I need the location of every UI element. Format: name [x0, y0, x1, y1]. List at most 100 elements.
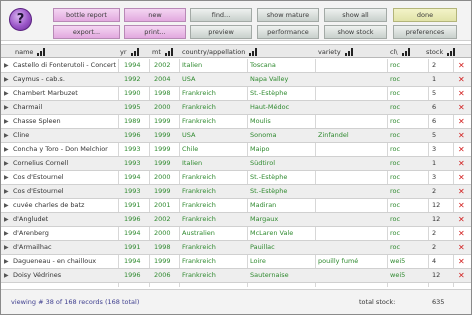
vintage-year: 1991 [124, 243, 141, 251]
vintage-year: 1994 [124, 173, 141, 181]
row-expand-arrow-icon[interactable]: ▶ [4, 129, 12, 142]
delete-icon[interactable]: ✕ [458, 213, 468, 226]
vintage-year: 1995 [124, 103, 141, 111]
cellar-location: roc [390, 187, 401, 195]
table-row[interactable]: ▶ Dagueneau - en chailloux 1994 1999 Frankre… [1, 255, 471, 269]
cellar-location: roc [390, 243, 401, 251]
table-row[interactable]: ▶ Chasse Spleen 1989 1999 Frankreich Moulis ro… [1, 115, 471, 129]
country: Frankreich [182, 89, 216, 97]
delete-icon[interactable]: ✕ [458, 143, 468, 156]
row-expand-arrow-icon[interactable]: ▶ [4, 101, 12, 114]
row-expand-arrow-icon[interactable]: ▶ [4, 115, 12, 128]
row-expand-arrow-icon[interactable]: ▶ [4, 59, 12, 72]
table-row[interactable]: ▶ cuvée charles de batz 1991 2001 Frankreich… [1, 199, 471, 213]
delete-icon[interactable]: ✕ [458, 101, 468, 114]
performance-button[interactable]: performance [257, 25, 319, 39]
row-expand-arrow-icon[interactable]: ▶ [4, 143, 12, 156]
wine-name: d'Armailhac [13, 243, 52, 251]
country: Frankreich [182, 187, 216, 195]
delete-icon[interactable]: ✕ [458, 171, 468, 184]
table-row[interactable]: ▶ Cos d'Estournel 1993 1999 Frankreich St.-Es… [1, 185, 471, 199]
done-button[interactable]: done [393, 8, 457, 22]
delete-icon[interactable]: ✕ [458, 129, 468, 142]
row-expand-arrow-icon[interactable]: ▶ [4, 185, 12, 198]
delete-icon[interactable]: ✕ [458, 255, 468, 268]
row-expand-arrow-icon[interactable]: ▶ [4, 73, 12, 86]
table-row[interactable]: ▶ Doisy Védrines 1996 2006 Frankreich Sautern… [1, 269, 471, 283]
show-mature-button[interactable]: show mature [257, 8, 319, 22]
show-all-button[interactable]: show all [324, 8, 387, 22]
stock-count: 12 [432, 201, 441, 209]
table-row[interactable]: ▶ Cornelius Cornell 1993 1999 Italien Südtiro… [1, 157, 471, 171]
table-row[interactable]: ▶ Cos d'Estournel 1994 2000 Frankreich St.-Es… [1, 171, 471, 185]
help-button[interactable]: ? [9, 8, 32, 31]
column-header-name[interactable]: name [15, 45, 46, 58]
show-stock-button[interactable]: show stock [324, 25, 387, 39]
stock-count: 3 [432, 145, 437, 153]
column-header-variety[interactable]: variety [318, 45, 353, 58]
appellation: Haut-Médoc [250, 103, 290, 111]
preview-button[interactable]: preview [190, 25, 252, 39]
row-expand-arrow-icon[interactable]: ▶ [4, 227, 12, 240]
table-row[interactable]: ▶ Caymus - cab.s. 1992 2004 USA Napa Valley ro… [1, 73, 471, 87]
stock-count: 5 [432, 89, 437, 97]
appellation: Toscana [250, 61, 276, 69]
country: Frankreich [182, 257, 216, 265]
delete-icon[interactable]: ✕ [458, 73, 468, 86]
variety [318, 157, 384, 170]
bottle-report-button[interactable]: bottle report [53, 8, 120, 22]
delete-icon[interactable]: ✕ [458, 269, 468, 282]
country: Frankreich [182, 103, 216, 111]
row-expand-arrow-icon[interactable]: ▶ [4, 157, 12, 170]
cellar-location: roc [390, 117, 401, 125]
table-row[interactable]: ▶ Chambert Marbuzet 1990 1998 Frankreich St.-… [1, 87, 471, 101]
table-row[interactable]: ▶ Concha y Toro - Don Melchior 1993 1999 Chi… [1, 143, 471, 157]
column-header-stock[interactable]: stock [426, 45, 456, 58]
stock-count: 2 [432, 187, 437, 195]
row-expand-arrow-icon[interactable]: ▶ [4, 213, 12, 226]
print-button[interactable]: print... [124, 25, 186, 39]
vintage-year: 1991 [124, 201, 141, 209]
row-expand-arrow-icon[interactable]: ▶ [4, 241, 12, 254]
preferences-button[interactable]: preferences [393, 25, 457, 39]
appellation: Südtirol [250, 159, 276, 167]
delete-icon[interactable]: ✕ [458, 241, 468, 254]
column-header-cl[interactable]: cl\ [390, 45, 410, 58]
column-header-mt[interactable]: mt [152, 45, 173, 58]
row-expand-arrow-icon[interactable]: ▶ [4, 269, 12, 282]
country: Frankreich [182, 201, 216, 209]
sort-bars-icon [249, 47, 258, 56]
table-row[interactable]: ▶ d'Angludet 1996 2002 Frankreich Margaux roc 1… [1, 213, 471, 227]
wine-name: Dagueneau - en chailloux [13, 257, 97, 265]
table-header: name yr mt country/appellation variety c… [1, 44, 471, 58]
table-row[interactable]: ▶ Charmail 1995 2000 Frankreich Haut-Médoc roc… [1, 101, 471, 115]
wine-name: Chasse Spleen [13, 117, 61, 125]
delete-icon[interactable]: ✕ [458, 157, 468, 170]
delete-icon[interactable]: ✕ [458, 185, 468, 198]
find-button[interactable]: find... [190, 8, 252, 22]
cellar-location: roc [390, 229, 401, 237]
row-expand-arrow-icon[interactable]: ▶ [4, 255, 12, 268]
export-button[interactable]: export... [53, 25, 120, 39]
cellar-location: roc [390, 173, 401, 181]
table-row[interactable]: ▶ d'Armailhac 1991 1998 Frankreich Pauillac ro… [1, 241, 471, 255]
delete-icon[interactable]: ✕ [458, 115, 468, 128]
maturity-year: 1999 [154, 145, 171, 153]
new-button[interactable]: new [124, 8, 186, 22]
cellar-location: roc [390, 75, 401, 83]
delete-icon[interactable]: ✕ [458, 59, 468, 72]
column-header-yr[interactable]: yr [120, 45, 139, 58]
table-row[interactable]: ▶ Castello di Fonterutoli - Concerto 1994 2… [1, 59, 471, 73]
delete-icon[interactable]: ✕ [458, 199, 468, 212]
cellar-location: roc [390, 103, 401, 111]
row-expand-arrow-icon[interactable]: ▶ [4, 87, 12, 100]
stock-count: 2 [432, 229, 437, 237]
delete-icon[interactable]: ✕ [458, 227, 468, 240]
delete-icon[interactable]: ✕ [458, 87, 468, 100]
table-row[interactable]: ▶ Cline 1996 1999 USA Sonoma Zinfandel roc 5 ✕ [1, 129, 471, 143]
column-header-country[interactable]: country/appellation [182, 45, 258, 58]
table-row[interactable]: ▶ d'Arenberg 1994 2000 Australien McLaren Val… [1, 227, 471, 241]
sort-bars-icon [344, 47, 353, 56]
row-expand-arrow-icon[interactable]: ▶ [4, 171, 12, 184]
row-expand-arrow-icon[interactable]: ▶ [4, 199, 12, 212]
